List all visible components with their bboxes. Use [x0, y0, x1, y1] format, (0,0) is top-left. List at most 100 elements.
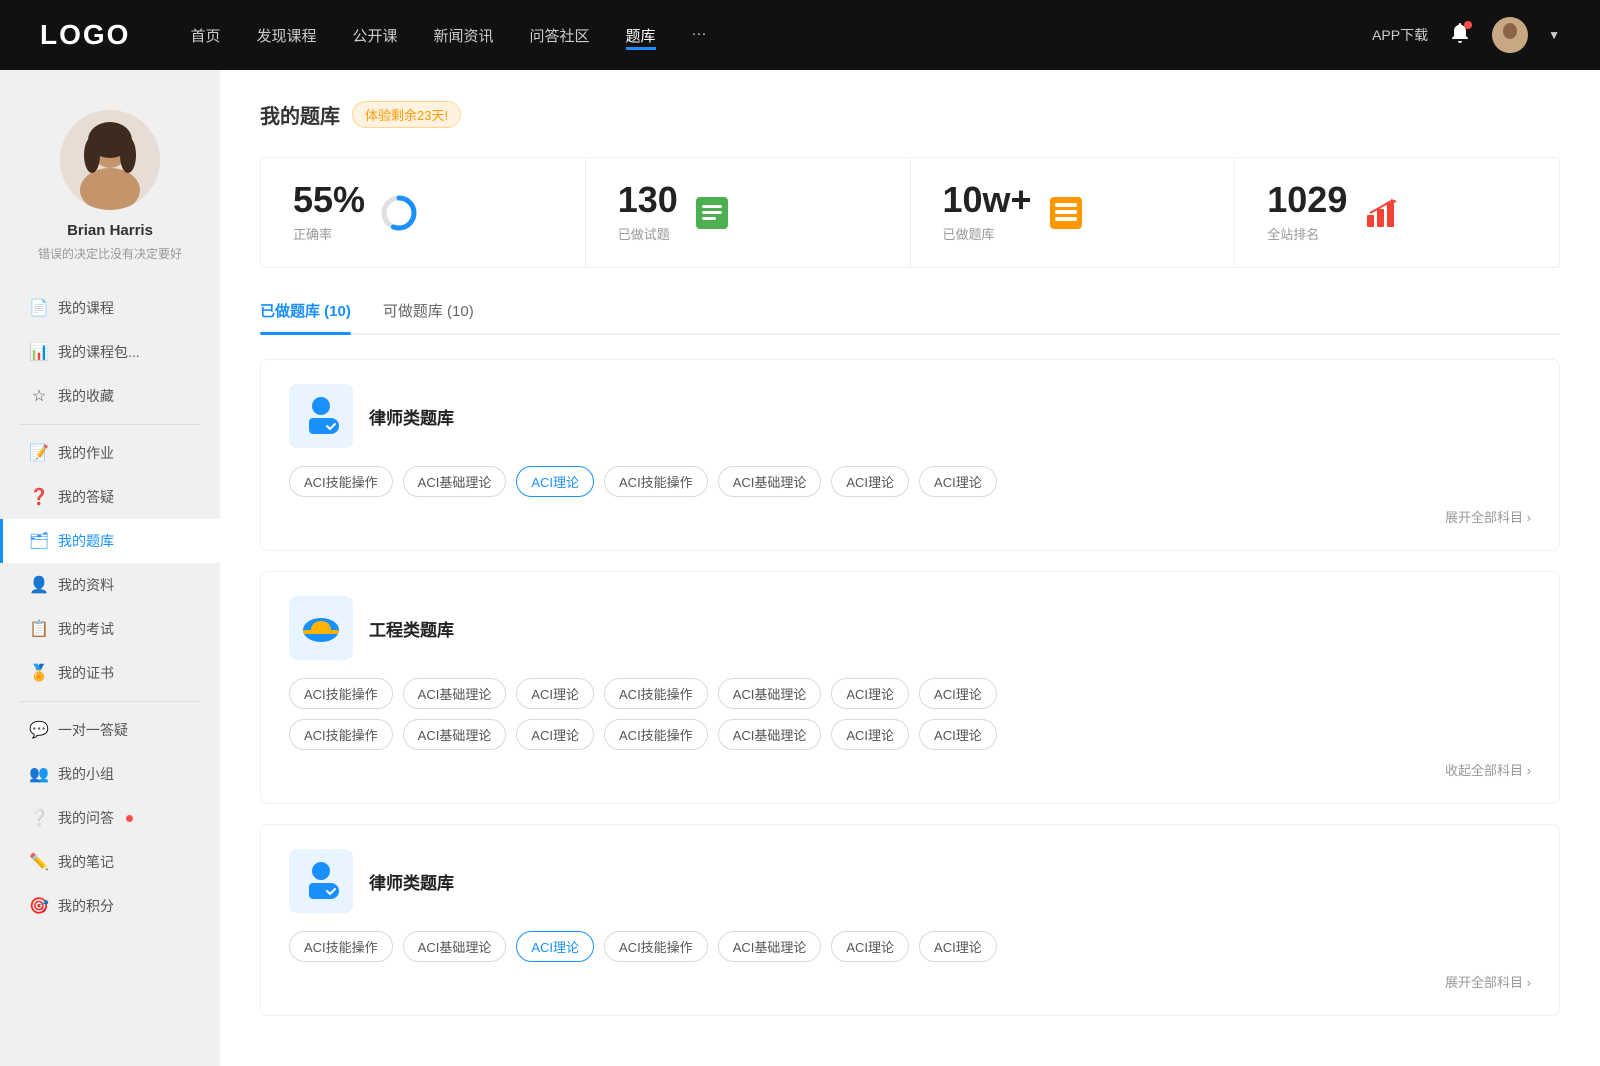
tag-3-6[interactable]: ACI理论: [919, 931, 997, 962]
tag-3-0[interactable]: ACI技能操作: [289, 931, 393, 962]
people-icon: 👤: [30, 576, 48, 594]
logo: LOGO: [40, 19, 130, 51]
stat-site-rank-label: 全站排名: [1267, 224, 1347, 243]
nav-news[interactable]: 新闻资讯: [434, 21, 494, 50]
sidebar-item-groups[interactable]: 👥 我的小组: [0, 752, 220, 796]
user-avatar[interactable]: [1492, 17, 1528, 53]
done-questions-icon: [692, 193, 732, 233]
tag-1-0[interactable]: ACI技能操作: [289, 466, 393, 497]
tag-2-1[interactable]: ACI基础理论: [403, 678, 507, 709]
sidebar-item-one-on-one[interactable]: 💬 一对一答疑: [0, 708, 220, 752]
tag-2-r2-1[interactable]: ACI基础理论: [403, 719, 507, 750]
sidebar-item-certificate[interactable]: 🏅 我的证书: [0, 651, 220, 695]
tag-2-0[interactable]: ACI技能操作: [289, 678, 393, 709]
sidebar-item-my-data[interactable]: 👤 我的资料: [0, 563, 220, 607]
tag-1-2[interactable]: ACI理论: [516, 466, 594, 497]
main-nav: 首页 发现课程 公开课 新闻资讯 问答社区 题库 ···: [190, 21, 1372, 50]
file-icon: 📄: [30, 299, 48, 317]
tag-2-5[interactable]: ACI理论: [831, 678, 909, 709]
sidebar-item-my-exam[interactable]: 📋 我的考试: [0, 607, 220, 651]
bank-card-2-tags-row2: ACI技能操作 ACI基础理论 ACI理论 ACI技能操作 ACI基础理论 AC…: [289, 719, 1531, 750]
bank-card-3-expand[interactable]: 展开全部科目 ›: [289, 972, 1531, 991]
stat-correct-rate-value: 55%: [293, 182, 365, 218]
sidebar-item-points[interactable]: 🎯 我的积分: [0, 884, 220, 928]
chat-icon: 💬: [30, 721, 48, 739]
main-layout: Brian Harris 错误的决定比没有决定要好 📄 我的课程 📊 我的课程包…: [0, 70, 1600, 1066]
sidebar-item-favorites[interactable]: ☆ 我的收藏: [0, 374, 220, 418]
tab-done-banks[interactable]: 已做题库 (10): [260, 300, 351, 333]
nav-qa[interactable]: 问答社区: [530, 21, 590, 50]
sidebar: Brian Harris 错误的决定比没有决定要好 📄 我的课程 📊 我的课程包…: [0, 70, 220, 1066]
tag-3-3[interactable]: ACI技能操作: [604, 931, 708, 962]
bank-card-1-header: 律师类题库: [289, 384, 1531, 448]
nav-more[interactable]: ···: [692, 21, 707, 50]
nav-discover[interactable]: 发现课程: [256, 21, 316, 50]
sidebar-item-course-package[interactable]: 📊 我的课程包...: [0, 330, 220, 374]
tag-2-4[interactable]: ACI基础理论: [718, 678, 822, 709]
tag-2-r2-4[interactable]: ACI基础理论: [718, 719, 822, 750]
notification-bell[interactable]: [1448, 21, 1472, 50]
sidebar-item-my-courses[interactable]: 📄 我的课程: [0, 286, 220, 330]
stat-done-questions-value: 130: [618, 182, 678, 218]
tag-3-5[interactable]: ACI理论: [831, 931, 909, 962]
bank-card-lawyer-1: 律师类题库 ACI技能操作 ACI基础理论 ACI理论 ACI技能操作 ACI基…: [260, 359, 1560, 551]
tag-2-r2-3[interactable]: ACI技能操作: [604, 719, 708, 750]
nav-home[interactable]: 首页: [190, 21, 220, 50]
bank-card-2-title: 工程类题库: [369, 616, 454, 641]
stat-done-banks-label: 已做题库: [943, 224, 1032, 243]
sidebar-item-homework[interactable]: 📝 我的作业: [0, 431, 220, 475]
sidebar-profile: Brian Harris 错误的决定比没有决定要好: [0, 90, 220, 286]
correct-rate-icon: [379, 193, 419, 233]
grid-icon: 🗂: [30, 532, 48, 550]
tag-3-1[interactable]: ACI基础理论: [403, 931, 507, 962]
bank-card-2-tags-row1: ACI技能操作 ACI基础理论 ACI理论 ACI技能操作 ACI基础理论 AC…: [289, 678, 1531, 709]
stat-correct-rate: 55% 正确率: [261, 158, 586, 267]
sidebar-divider-2: [20, 701, 200, 702]
sidebar-avatar: [60, 110, 160, 210]
sidebar-item-question-bank[interactable]: 🗂 我的题库: [0, 519, 220, 563]
tabs: 已做题库 (10) 可做题库 (10): [260, 300, 1560, 335]
tab-available-banks[interactable]: 可做题库 (10): [383, 300, 474, 333]
nav-question-bank[interactable]: 题库: [626, 21, 656, 50]
bank-card-engineer: 工程类题库 ACI技能操作 ACI基础理论 ACI理论 ACI技能操作 ACI基…: [260, 571, 1560, 804]
tag-3-2[interactable]: ACI理论: [516, 931, 594, 962]
user-menu-chevron[interactable]: ▼: [1548, 28, 1560, 42]
bank-card-3-tags: ACI技能操作 ACI基础理论 ACI理论 ACI技能操作 ACI基础理论 AC…: [289, 931, 1531, 962]
nav-open-course[interactable]: 公开课: [352, 21, 397, 50]
tag-2-6[interactable]: ACI理论: [919, 678, 997, 709]
stat-correct-rate-label: 正确率: [293, 224, 365, 243]
tag-2-r2-5[interactable]: ACI理论: [831, 719, 909, 750]
tag-1-6[interactable]: ACI理论: [919, 466, 997, 497]
tag-1-4[interactable]: ACI基础理论: [718, 466, 822, 497]
paper-icon: 📋: [30, 620, 48, 638]
bank-card-2-collapse[interactable]: 收起全部科目 ›: [289, 760, 1531, 779]
header: LOGO 首页 发现课程 公开课 新闻资讯 问答社区 题库 ··· APP下载: [0, 0, 1600, 70]
questions-notification-dot: [126, 815, 133, 822]
tag-2-r2-2[interactable]: ACI理论: [516, 719, 594, 750]
sidebar-item-notes[interactable]: ✏️ 我的笔记: [0, 840, 220, 884]
stat-site-rank: 1029 全站排名: [1235, 158, 1559, 267]
tag-3-4[interactable]: ACI基础理论: [718, 931, 822, 962]
tag-2-r2-0[interactable]: ACI技能操作: [289, 719, 393, 750]
tag-1-3[interactable]: ACI技能操作: [604, 466, 708, 497]
bank-card-1-expand[interactable]: 展开全部科目 ›: [289, 507, 1531, 526]
stat-done-questions-label: 已做试题: [618, 224, 678, 243]
bank-card-2-header: 工程类题库: [289, 596, 1531, 660]
sidebar-divider-1: [20, 424, 200, 425]
tag-1-5[interactable]: ACI理论: [831, 466, 909, 497]
sidebar-menu: 📄 我的课程 📊 我的课程包... ☆ 我的收藏 📝 我的作业 ❓ 我的答疑 �: [0, 286, 220, 928]
score-icon: 🎯: [30, 897, 48, 915]
sidebar-item-my-questions[interactable]: ❔ 我的问答: [0, 796, 220, 840]
bar-icon: 📊: [30, 343, 48, 361]
stat-done-questions: 130 已做试题: [586, 158, 911, 267]
sidebar-item-qa[interactable]: ❓ 我的答疑: [0, 475, 220, 519]
bank-card-3-header: 律师类题库: [289, 849, 1531, 913]
tag-2-3[interactable]: ACI技能操作: [604, 678, 708, 709]
tag-1-1[interactable]: ACI基础理论: [403, 466, 507, 497]
bank-card-3-icon: [289, 849, 353, 913]
app-download-button[interactable]: APP下载: [1372, 25, 1428, 45]
bank-card-3-title: 律师类题库: [369, 869, 454, 894]
bank-card-1-title: 律师类题库: [369, 404, 454, 429]
tag-2-r2-6[interactable]: ACI理论: [919, 719, 997, 750]
tag-2-2[interactable]: ACI理论: [516, 678, 594, 709]
